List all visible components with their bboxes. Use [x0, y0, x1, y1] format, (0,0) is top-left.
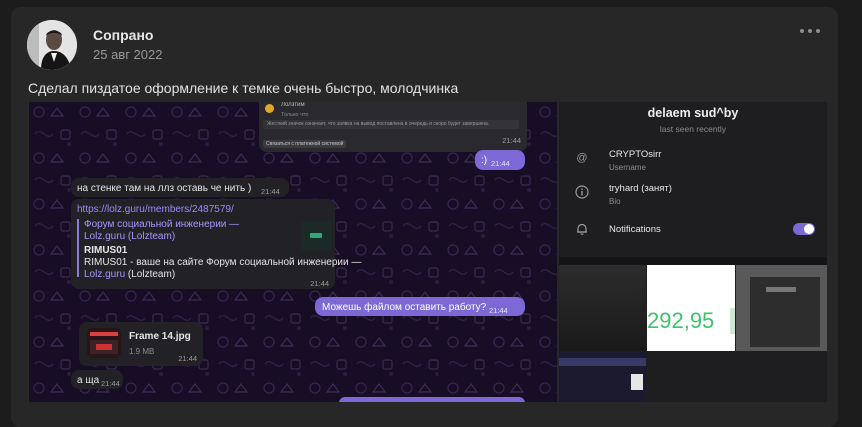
avatar-image [27, 20, 77, 70]
contact-payment-button[interactable]: Связаться с платежной системой [263, 140, 347, 148]
incoming-message: на стенке там на ллз оставь че нить ) 21… [71, 178, 289, 197]
payment-card: Лолзтим Только что Жесткий значок означа… [259, 102, 527, 152]
file-time: 21:44 [178, 354, 197, 363]
profile-status: last seen recently [659, 124, 727, 134]
card-notice: Жесткий значок означает, что заявка на в… [267, 121, 490, 127]
incoming-text: на стенке там на ллз оставь че нить ) [77, 183, 252, 194]
author-avatar[interactable] [27, 20, 77, 70]
post-card: Сопрано 25 авг 2022 Сделал пиздатое офор… [11, 7, 838, 427]
card-header: Лолзтим [281, 102, 305, 108]
username-label: Username [609, 163, 646, 172]
more-options-icon[interactable] [800, 29, 820, 35]
author-name[interactable]: Сопрано [93, 27, 153, 43]
media-empty-area [647, 352, 827, 402]
member-link[interactable]: https://lolz.guru/members/2487579/ [77, 204, 234, 215]
file-message[interactable]: Frame 14.jpg 1.9 MB 21:44 [79, 322, 203, 366]
file-name[interactable]: Frame 14.jpg [129, 331, 191, 342]
notifications-label: Notifications [609, 224, 661, 235]
smile-text: :) [481, 155, 488, 166]
bot-avatar-icon [265, 104, 274, 113]
smile-message: :) 21:44 [475, 150, 525, 170]
image-file-icon[interactable] [87, 328, 121, 358]
outgoing-text: Можешь файлом оставить работу? [322, 302, 487, 313]
profile-panel: delaem sud^by last seen recently @ CRYPT… [559, 102, 827, 402]
preview-name: RIMUS01 [84, 245, 128, 256]
bio-value: tryhard (занят) [609, 183, 672, 194]
preview-title[interactable]: Форум социальной инженерии — Lolz.guru (… [84, 219, 240, 243]
media-thumbnail-2[interactable]: 292,95 [647, 265, 735, 351]
notifications-toggle[interactable] [793, 223, 815, 235]
username-value[interactable]: CRYPTOsirr [609, 149, 661, 160]
outgoing-message: Можешь файлом оставить работу? 21:44 [315, 297, 525, 316]
media-number: 292,95 [647, 308, 715, 333]
info-icon [575, 185, 589, 199]
bio-label: Bio [609, 197, 621, 206]
media-thumbnail-3[interactable] [736, 265, 827, 351]
file-size: 1.9 MB [129, 347, 155, 356]
profile-name: delaem sud^by [647, 106, 739, 120]
smile-time: 21:44 [491, 159, 510, 168]
incoming-time: 21:44 [261, 187, 280, 196]
short-text: а ща [77, 375, 100, 386]
preview-suffix: (Lolzteam) [125, 269, 176, 280]
media-thumbnail-1[interactable] [559, 265, 646, 351]
media-thumbnail-4[interactable] [559, 352, 646, 402]
link-time: 21:44 [310, 279, 329, 288]
short-message: а ща 21:44 [71, 370, 123, 389]
preview-site-link[interactable]: Lolz.guru [84, 269, 125, 280]
post-date[interactable]: 25 авг 2022 [93, 47, 162, 62]
outgoing-time: 21:44 [489, 306, 508, 315]
preview-description: RIMUS01 - ваше на сайте Форум социальной… [84, 257, 362, 268]
site-thumbnail [301, 221, 331, 251]
telegram-chat: Лолзтим Только что Жесткий значок означа… [29, 102, 557, 402]
partial-outgoing-bubble [339, 397, 525, 402]
bell-icon [575, 222, 589, 236]
card-subheader: Только что [281, 112, 309, 118]
link-message: https://lolz.guru/members/2487579/ Форум… [71, 199, 361, 289]
card-time: 21:44 [502, 136, 521, 145]
attached-screenshot[interactable]: Лолзтим Только что Жесткий значок означа… [29, 102, 827, 402]
at-sign-icon: @ [576, 152, 588, 164]
post-message: Сделал пиздатое оформление к темке очень… [28, 80, 459, 96]
short-time: 21:44 [101, 379, 120, 388]
